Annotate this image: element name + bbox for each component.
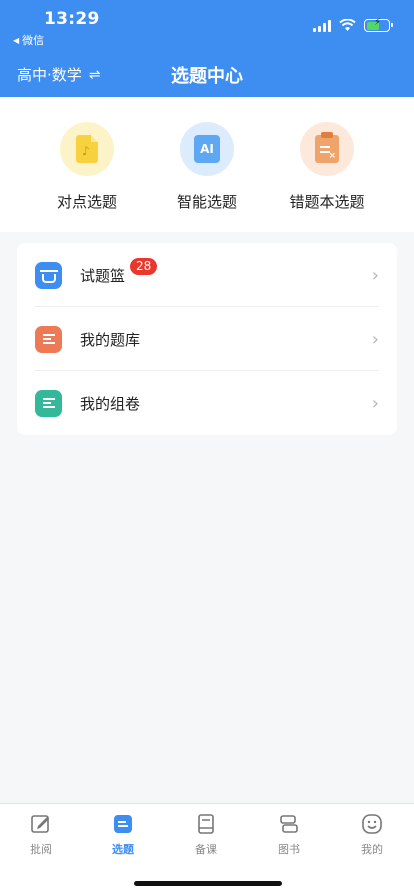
list-item-my-papers[interactable]: 我的组卷 › bbox=[17, 371, 397, 435]
book-list-icon bbox=[35, 389, 62, 417]
quick-action-label: 错题本选题 bbox=[289, 193, 365, 211]
quick-action-mistakes[interactable]: × 错题本选题 bbox=[267, 122, 387, 212]
cellular-signal-icon bbox=[313, 19, 331, 32]
count-badge: 28 bbox=[130, 258, 158, 275]
books-icon bbox=[280, 815, 298, 833]
tab-select-questions[interactable]: 选题 bbox=[82, 813, 164, 857]
quick-actions-panel: 对点选题 AI 智能选题 × 错题本选题 bbox=[0, 97, 414, 232]
smile-icon bbox=[362, 814, 382, 834]
battery-icon: ⚡ bbox=[364, 17, 393, 32]
list-item-label: 我的组卷 bbox=[80, 394, 141, 413]
tab-label: 选题 bbox=[112, 843, 134, 856]
back-to-app-link[interactable]: ◀ 微信 bbox=[13, 32, 44, 48]
book-icon bbox=[198, 814, 214, 834]
tab-me[interactable]: 我的 bbox=[331, 813, 413, 857]
edit-icon bbox=[31, 815, 49, 833]
chevron-right-icon: › bbox=[371, 392, 379, 414]
tab-label: 我的 bbox=[361, 843, 383, 856]
chevron-right-icon: › bbox=[371, 264, 379, 286]
quick-action-smart[interactable]: AI 智能选题 bbox=[147, 122, 267, 212]
top-header: 13:29 ◀ 微信 ⚡ 高中·数学 ⇌ 选题中心 bbox=[0, 0, 414, 97]
list-item-question-basket[interactable]: 试题篮 28 › bbox=[17, 243, 397, 307]
clipboard-x-icon: × bbox=[300, 122, 354, 176]
status-icons: ⚡ bbox=[313, 17, 393, 32]
back-app-label: 微信 bbox=[22, 34, 45, 47]
quick-action-label: 智能选题 bbox=[176, 193, 237, 211]
list-item-my-question-bank[interactable]: 我的题库 › bbox=[17, 307, 397, 371]
ai-icon: AI bbox=[180, 122, 234, 176]
quick-action-label: 对点选题 bbox=[56, 193, 117, 211]
list-item-label: 我的题库 bbox=[80, 330, 141, 349]
wifi-icon bbox=[339, 19, 356, 31]
basket-icon bbox=[35, 261, 62, 289]
page-title: 选题中心 bbox=[171, 66, 243, 87]
tab-lesson-prep[interactable]: 备课 bbox=[165, 813, 247, 857]
home-indicator bbox=[134, 881, 282, 886]
tab-label: 图书 bbox=[278, 843, 300, 856]
tab-label: 备课 bbox=[195, 843, 217, 856]
tab-grading[interactable]: 批阅 bbox=[0, 813, 82, 857]
charging-bolt-icon: ⚡ bbox=[374, 17, 382, 28]
list-item-label: 试题篮 bbox=[80, 266, 126, 285]
folder-icon bbox=[35, 325, 62, 353]
select-question-icon bbox=[114, 815, 132, 833]
tab-label: 批阅 bbox=[30, 843, 52, 856]
quick-action-targeted[interactable]: 对点选题 bbox=[27, 122, 147, 212]
status-time: 13:29 bbox=[44, 9, 100, 29]
back-arrow-icon: ◀ bbox=[13, 35, 20, 45]
menu-list: 试题篮 28 › 我的题库 › 我的组卷 › bbox=[17, 243, 397, 435]
chevron-right-icon: › bbox=[371, 328, 379, 350]
tab-books[interactable]: 图书 bbox=[248, 813, 330, 857]
document-note-icon bbox=[60, 122, 114, 176]
